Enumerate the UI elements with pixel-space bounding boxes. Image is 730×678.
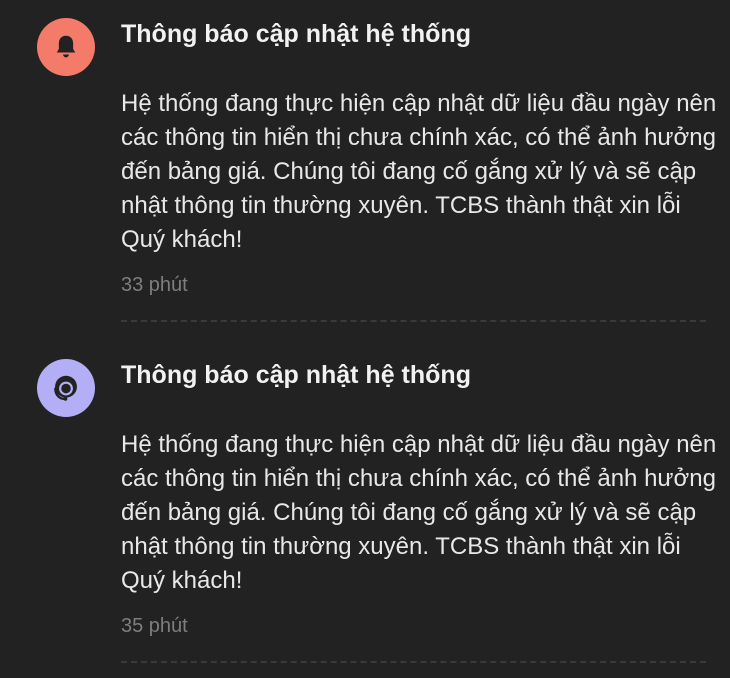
notification-body: Hệ thống đang thực hiện cập nhật dữ liệu… [121,431,717,594]
divider [121,661,706,663]
support-agent-icon [54,375,77,401]
notification-avatar [37,18,95,76]
notification-time: 33 phút [121,274,188,296]
divider [121,320,706,322]
notification-avatar [37,359,95,417]
bell-icon [56,35,76,58]
notification-body: Hệ thống đang thực hiện cập nhật dữ liệu… [121,90,717,253]
notification-title: Thông báo cập nhật hệ thống [121,20,471,48]
notification-title: Thông báo cập nhật hệ thống [121,361,471,389]
notification-time: 35 phút [121,615,188,637]
